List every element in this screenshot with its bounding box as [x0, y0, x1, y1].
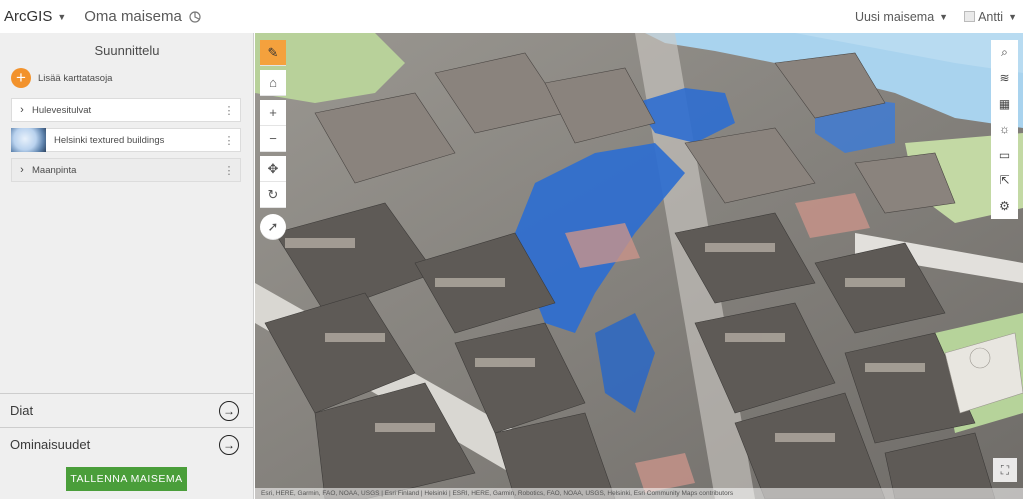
chevron-right-icon[interactable]: ›	[12, 104, 32, 116]
arrow-right-icon[interactable]: →	[219, 400, 239, 421]
properties-section[interactable]: Ominaisuudet →	[0, 427, 254, 461]
scene-view[interactable]	[255, 33, 1023, 499]
fullscreen-icon[interactable]: ⛶	[993, 458, 1017, 482]
zoom-out-icon[interactable]: −	[260, 126, 286, 152]
chevron-right-icon[interactable]: ›	[12, 164, 32, 176]
home-icon[interactable]: ⌂	[260, 70, 286, 96]
map-widget-toolbar: ⌕ ≋ ▦ ☼ ▭ ⇱ ⚙	[991, 40, 1018, 219]
scene-title[interactable]: Oma maisema	[84, 8, 182, 25]
panel-title: Suunnittelu	[94, 43, 160, 58]
plus-icon: +	[11, 68, 31, 88]
layer-label: Maanpinta	[32, 164, 77, 176]
user-name: Antti	[978, 9, 1004, 24]
layer-item-helsinki-buildings[interactable]: Helsinki textured buildings ⋮	[11, 127, 241, 152]
compass-icon[interactable]: ➚	[260, 214, 286, 240]
properties-label: Ominaisuudet	[10, 437, 91, 452]
pan-icon[interactable]: ✥	[260, 156, 286, 182]
user-menu[interactable]: Antti ▼	[964, 10, 1017, 24]
layer-thumbnail	[11, 127, 46, 152]
map-navigation-tools: ✎ ⌂ + − ✥ ↻ ➚	[260, 40, 286, 240]
chevron-down-icon: ▼	[939, 11, 949, 22]
save-scene-button[interactable]: TALLENNA MAISEMA	[66, 467, 187, 491]
layers-icon[interactable]: ≋	[991, 66, 1018, 92]
pencil-icon[interactable]: ✎	[260, 40, 286, 66]
chevron-down-icon: ▼	[57, 11, 67, 22]
slides-label: Diat	[10, 403, 34, 418]
map-attribution: Esri, HERE, Garmin, FAO, NOAA, USGS | Es…	[255, 488, 1023, 499]
chevron-down-icon: ▼	[1008, 11, 1017, 22]
designer-panel: Suunnittelu + Lisää karttatasoja › Hulev…	[0, 33, 254, 499]
arrow-right-icon[interactable]: →	[219, 434, 239, 455]
more-options-icon[interactable]: ⋮	[218, 164, 240, 177]
layer-item-hulevesitulvat[interactable]: › Hulevesitulvat ⋮	[11, 98, 241, 122]
zoom-in-icon[interactable]: +	[260, 100, 286, 126]
share-icon[interactable]: ⇱	[991, 168, 1018, 194]
top-bar: ArcGIS ▼ Oma maisema Uusi maisema ▼ Antt…	[0, 0, 1023, 33]
app-name: ArcGIS	[4, 8, 53, 25]
daylight-icon[interactable]: ☼	[991, 117, 1018, 143]
basemap-icon[interactable]: ▦	[991, 91, 1018, 117]
globe-info-icon[interactable]	[189, 10, 201, 23]
layer-item-maanpinta[interactable]: › Maanpinta ⋮	[11, 158, 241, 182]
more-options-icon[interactable]: ⋮	[218, 134, 240, 147]
settings-icon[interactable]: ⚙	[991, 193, 1018, 219]
layer-label: Helsinki textured buildings	[54, 134, 165, 146]
avatar	[964, 11, 976, 22]
slides-section[interactable]: Diat →	[0, 393, 254, 427]
measure-icon[interactable]: ▭	[991, 142, 1018, 168]
app-menu[interactable]: ArcGIS ▼	[4, 8, 66, 25]
more-options-icon[interactable]: ⋮	[218, 104, 240, 117]
new-scene-label: Uusi maisema	[854, 9, 935, 24]
search-icon[interactable]: ⌕	[991, 40, 1018, 66]
add-layers-label: Lisää karttatasoja	[38, 72, 113, 84]
rotate-icon[interactable]: ↻	[260, 182, 286, 208]
city-3d-render	[255, 33, 1023, 499]
layer-label: Hulevesitulvat	[32, 104, 92, 116]
new-scene-menu[interactable]: Uusi maisema ▼	[855, 10, 948, 24]
add-layers-button[interactable]: + Lisää karttatasoja	[11, 68, 112, 88]
